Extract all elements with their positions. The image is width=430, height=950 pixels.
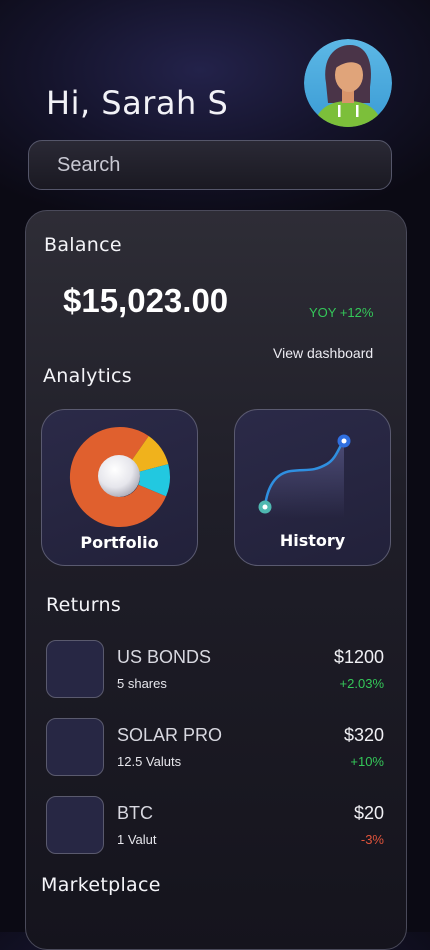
asset-name: US BONDS xyxy=(117,647,212,667)
asset-change: -3% xyxy=(360,832,384,847)
history-card[interactable]: History xyxy=(234,409,391,566)
asset-change: +10% xyxy=(350,754,384,769)
asset-thumbnail xyxy=(46,640,104,698)
portfolio-label: Portfolio xyxy=(80,533,159,552)
view-dashboard-link[interactable]: View dashboard xyxy=(273,345,373,361)
returns-row[interactable]: BTC 1 Valut $20 -3% xyxy=(46,796,384,854)
donut-chart-icon xyxy=(69,426,170,527)
search-bar[interactable] xyxy=(28,140,392,190)
asset-name: BTC xyxy=(117,803,153,823)
asset-price: $20 xyxy=(353,803,384,823)
greeting-title: Hi, Sarah S xyxy=(46,84,229,122)
asset-quantity: 5 shares xyxy=(117,676,167,691)
trend-line-icon xyxy=(258,434,351,518)
analytics-title: Analytics xyxy=(43,365,132,387)
returns-title: Returns xyxy=(46,594,122,616)
yoy-change: YOY +12% xyxy=(309,305,374,320)
asset-name: SOLAR PRO xyxy=(117,725,223,745)
search-input[interactable] xyxy=(29,141,391,189)
returns-row[interactable]: US BONDS 5 shares $1200 +2.03% xyxy=(46,640,384,698)
user-avatar[interactable] xyxy=(304,39,392,127)
asset-price: $320 xyxy=(343,725,384,745)
balance-amount: $15,023.00 xyxy=(63,282,229,319)
asset-price: $1200 xyxy=(333,647,384,667)
asset-thumbnail xyxy=(46,796,104,854)
history-label: History xyxy=(279,531,346,550)
asset-quantity: 12.5 Valuts xyxy=(117,754,182,769)
marketplace-title: Marketplace xyxy=(41,874,161,896)
returns-row[interactable]: SOLAR PRO 12.5 Valuts $320 +10% xyxy=(46,718,384,776)
avatar-illustration-icon xyxy=(304,39,392,127)
asset-thumbnail xyxy=(46,718,104,776)
balance-title: Balance xyxy=(44,234,122,256)
asset-quantity: 1 Valut xyxy=(117,832,157,847)
portfolio-card[interactable]: Portfolio xyxy=(41,409,198,566)
asset-change: +2.03% xyxy=(339,676,384,691)
